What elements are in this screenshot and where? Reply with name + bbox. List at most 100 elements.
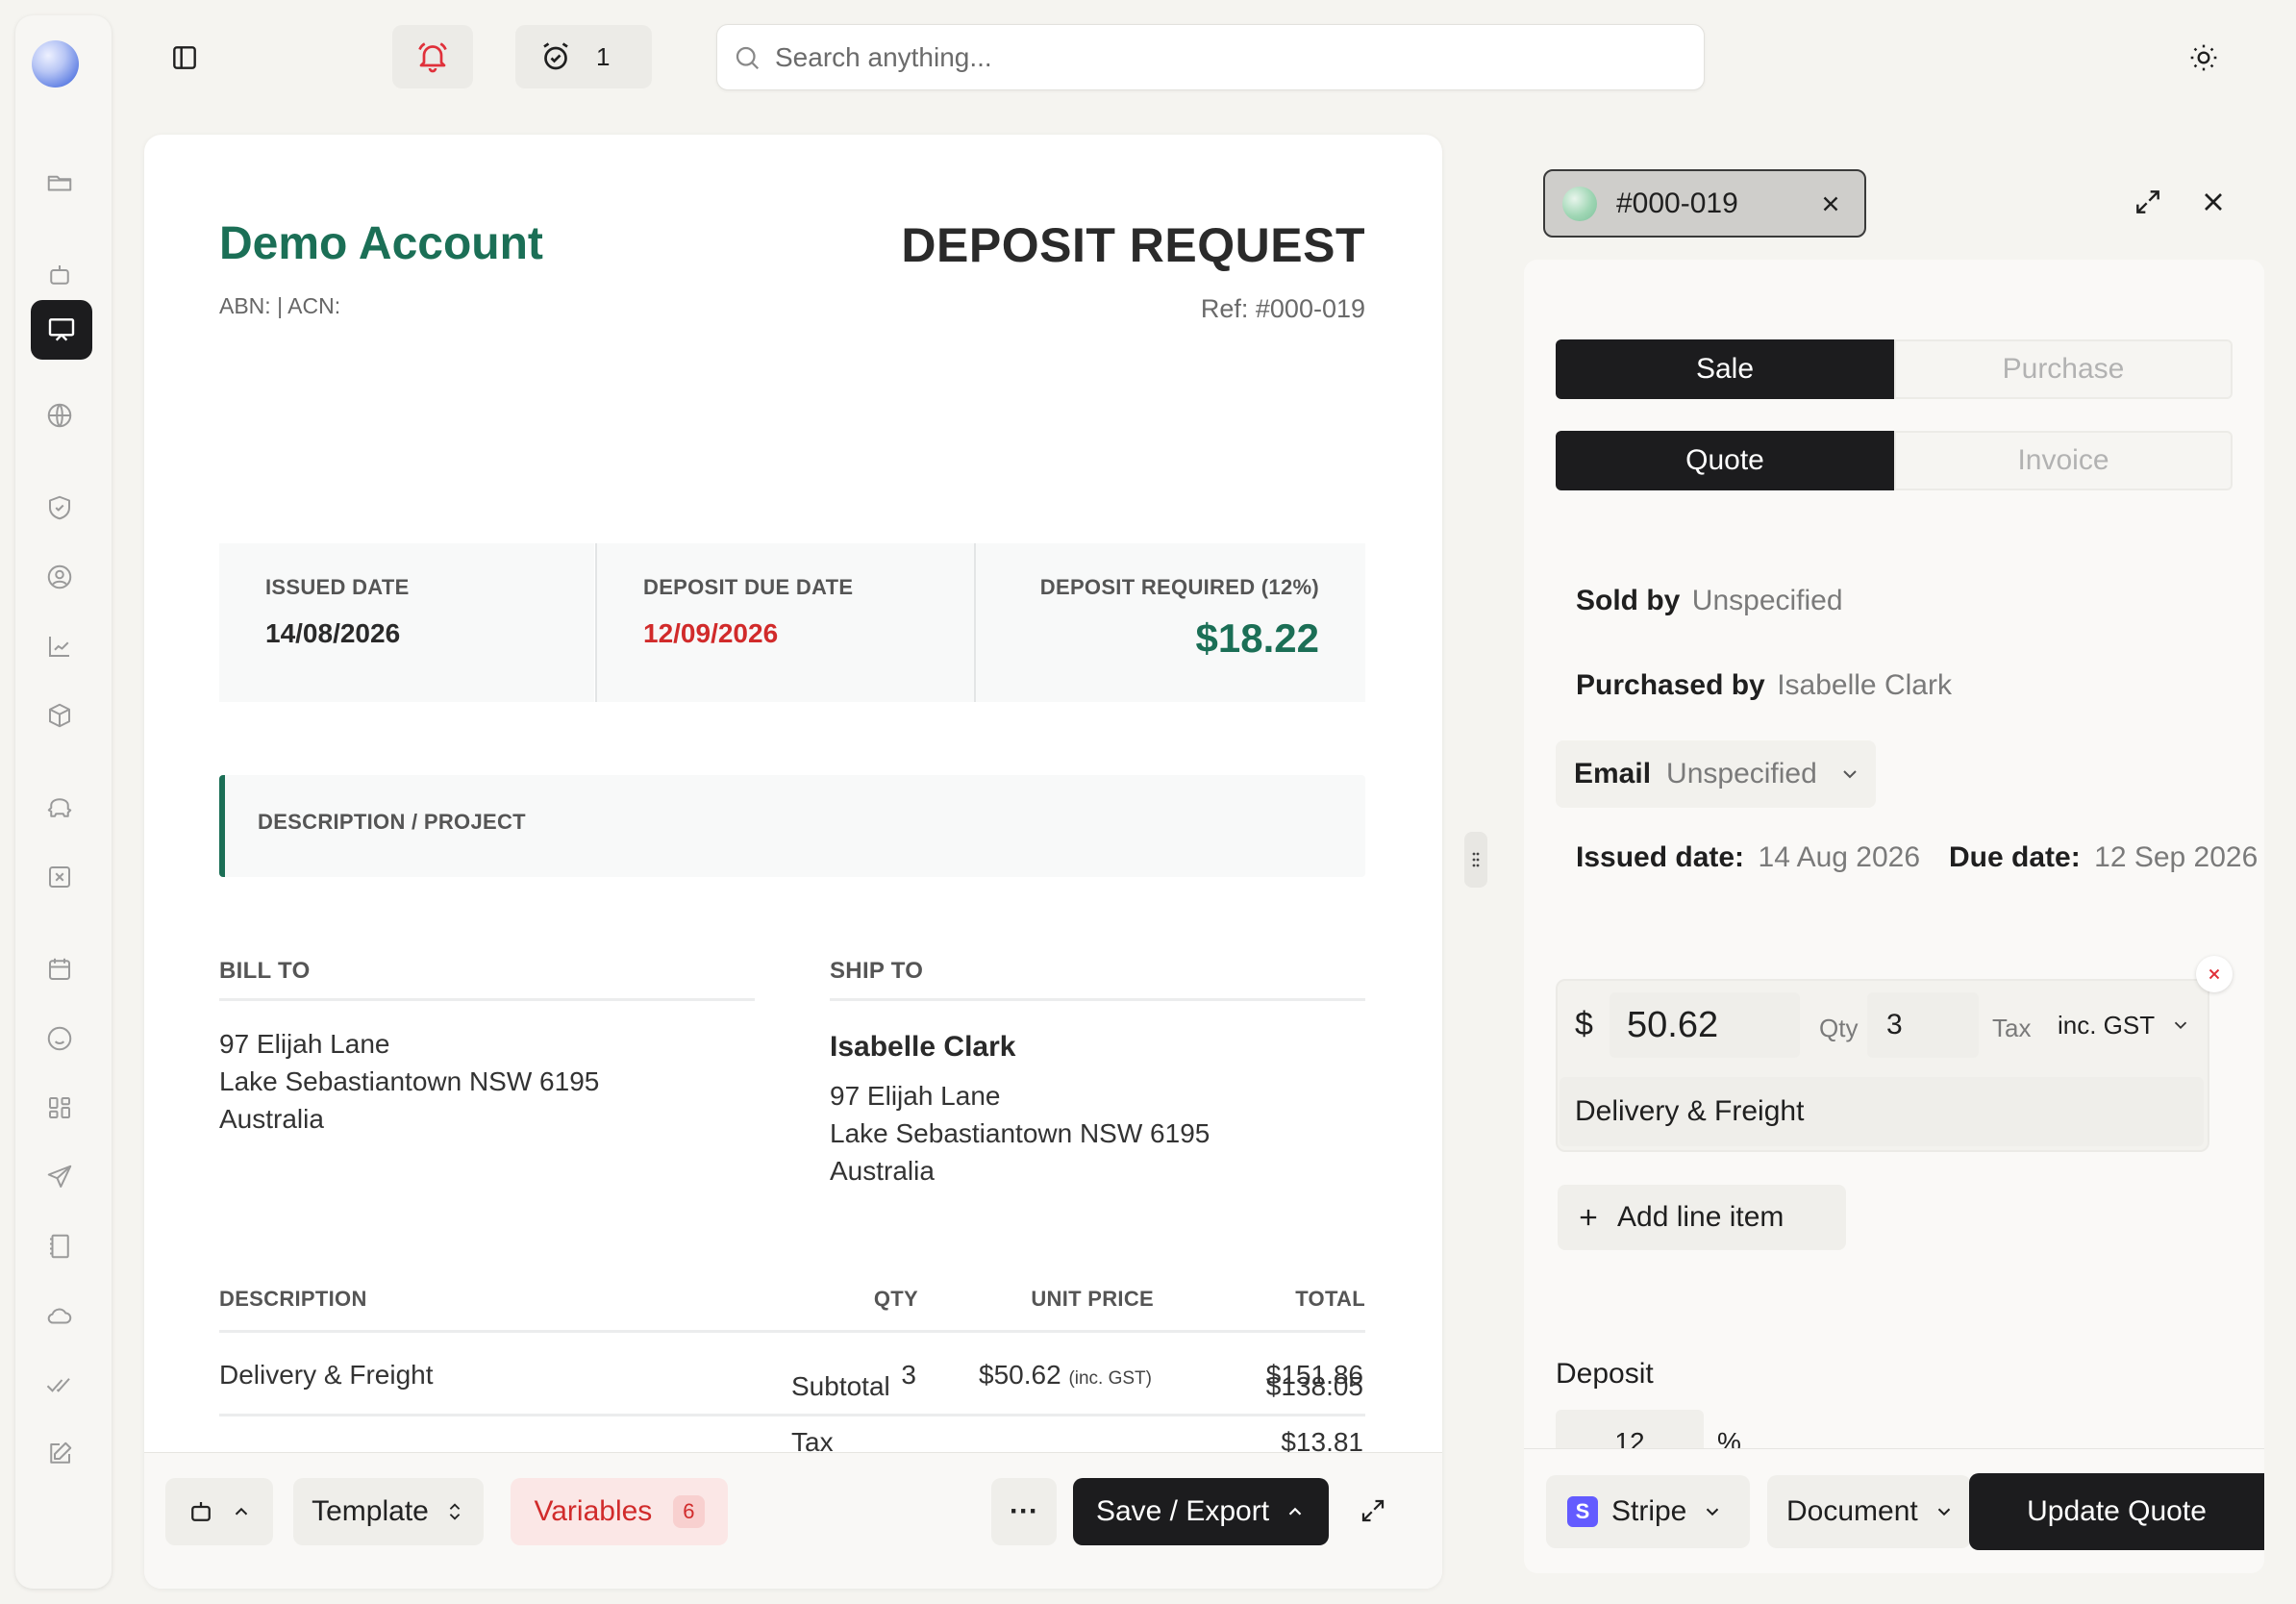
- tax-label: Tax: [1992, 1014, 2032, 1042]
- deposit-due-value: 12/09/2026: [643, 618, 779, 648]
- table-header-total: TOTAL: [1295, 1287, 1365, 1311]
- deposit-value: 12: [1614, 1427, 1645, 1448]
- search-bar[interactable]: [716, 24, 1705, 90]
- due-date-value: 12 Sep 2026: [2094, 841, 2259, 873]
- cloud-icon[interactable]: [42, 1298, 77, 1333]
- document-toolbar: Template Variables 6 ··· Save / Export: [144, 1452, 1442, 1589]
- due-date-field[interactable]: Due date: 12 Sep 2026: [1949, 841, 2258, 874]
- abn-acn: ABN: | ACN:: [219, 293, 341, 318]
- bill-to-line-1: 97 Elijah Lane: [219, 1029, 390, 1059]
- deposit-unit: %: [1717, 1427, 1741, 1448]
- more-options-button[interactable]: ···: [991, 1478, 1057, 1545]
- company-name: Demo Account: [219, 218, 543, 269]
- panel-resize-handle[interactable]: [1464, 832, 1487, 888]
- expand-panel-icon[interactable]: [2133, 187, 2167, 221]
- purchase-toggle[interactable]: Purchase: [1894, 339, 2233, 399]
- close-tab-icon[interactable]: [1818, 191, 1843, 216]
- line-description-input[interactable]: Delivery & Freight: [1560, 1077, 2204, 1146]
- ship-to-name: Isabelle Clark: [830, 1031, 1016, 1063]
- tax-value: inc. GST: [2058, 1010, 2156, 1040]
- reminders-button[interactable]: 1: [515, 25, 652, 88]
- edit-icon[interactable]: [42, 1437, 77, 1471]
- invoice-toggle[interactable]: Invoice: [1894, 431, 2233, 490]
- quote-toggle[interactable]: Quote: [1556, 431, 1894, 490]
- purchased-by-field[interactable]: Purchased by Isabelle Clark: [1576, 669, 1952, 702]
- piggy-bank-icon[interactable]: [42, 790, 77, 825]
- folder-icon[interactable]: [42, 165, 77, 200]
- chevron-down-icon: [1702, 1501, 1723, 1522]
- ship-to-line-2: Lake Sebastiantown NSW 6195: [830, 1118, 1210, 1148]
- theme-toggle-sun-icon[interactable]: [2184, 38, 2223, 77]
- table-row-divider: [219, 1414, 1365, 1416]
- due-date-label: Due date:: [1949, 841, 2081, 873]
- app-logo[interactable]: [32, 40, 79, 88]
- send-icon[interactable]: [42, 1160, 77, 1194]
- deposit-due-box: DEPOSIT DUE DATE 12/09/2026: [597, 543, 974, 702]
- deposit-input[interactable]: 12: [1556, 1410, 1704, 1448]
- document-title: DEPOSIT REQUEST: [901, 218, 1365, 272]
- reminder-count: 1: [596, 41, 611, 71]
- quote-tab[interactable]: #000-019: [1543, 169, 1866, 238]
- chevron-down-icon: [1934, 1501, 1955, 1522]
- template-selector[interactable]: Template: [293, 1478, 484, 1545]
- subtotal-label: Subtotal: [791, 1371, 890, 1401]
- add-line-item-button[interactable]: Add line item: [1558, 1185, 1846, 1250]
- search-input[interactable]: [775, 41, 1640, 73]
- row-unit-price-note: (inc. GST): [1068, 1368, 1152, 1389]
- ai-assistant-button[interactable]: [165, 1478, 273, 1545]
- deposit-required-value: $18.22: [1195, 615, 1319, 661]
- email-label: Email: [1574, 758, 1652, 789]
- bill-to-label: BILL TO: [219, 958, 311, 984]
- globe-icon[interactable]: [42, 398, 77, 433]
- price-input[interactable]: 50.62: [1610, 992, 1800, 1058]
- table-header-qty: QTY: [873, 1287, 918, 1311]
- chart-icon[interactable]: [42, 629, 77, 664]
- bill-to-line-3: Australia: [219, 1104, 324, 1134]
- smile-icon[interactable]: [42, 1021, 77, 1056]
- shield-check-icon[interactable]: [42, 490, 77, 525]
- payment-provider-dropdown[interactable]: S Stripe: [1546, 1475, 1750, 1548]
- book-icon[interactable]: [42, 1229, 77, 1264]
- save-export-button[interactable]: Save / Export: [1073, 1478, 1329, 1545]
- user-circle-icon[interactable]: [42, 560, 77, 594]
- deposit-required-label: DEPOSIT REQUIRED (12%): [1039, 575, 1319, 599]
- sidebar-toggle-icon[interactable]: [165, 38, 204, 77]
- stripe-label: Stripe: [1611, 1495, 1687, 1527]
- deposit-required-box: DEPOSIT REQUIRED (12%) $18.22: [976, 543, 1365, 702]
- sale-toggle[interactable]: Sale: [1556, 339, 1894, 399]
- document-type-dropdown[interactable]: Document: [1767, 1475, 1971, 1548]
- package-icon[interactable]: [42, 698, 77, 733]
- variables-label: Variables: [534, 1495, 653, 1527]
- presentation-icon[interactable]: [31, 300, 92, 360]
- ship-to-divider: [830, 998, 1365, 1001]
- alarm-clock-icon: [538, 39, 573, 74]
- issued-date-field[interactable]: Issued date: 14 Aug 2026: [1576, 841, 1920, 874]
- description-project-label: DESCRIPTION / PROJECT: [258, 810, 526, 834]
- double-check-icon[interactable]: [42, 1367, 77, 1402]
- robot-icon[interactable]: [42, 258, 77, 292]
- close-panel-icon[interactable]: [2198, 187, 2233, 221]
- update-quote-button[interactable]: Update Quote: [1969, 1473, 2264, 1550]
- qty-input[interactable]: 3: [1867, 992, 1979, 1058]
- email-dropdown[interactable]: Email Unspecified: [1556, 740, 1876, 808]
- x-square-icon[interactable]: [42, 860, 77, 894]
- table-header-description: DESCRIPTION: [219, 1287, 367, 1311]
- fullscreen-icon[interactable]: [1354, 1491, 1392, 1530]
- chevron-down-icon: [2170, 1015, 2191, 1036]
- chevron-up-icon: [231, 1501, 252, 1522]
- deposit-label: Deposit: [1556, 1358, 1654, 1390]
- grid-icon[interactable]: [42, 1090, 77, 1125]
- calendar-icon[interactable]: [42, 952, 77, 987]
- row-description: Delivery & Freight: [219, 1360, 434, 1390]
- email-value: Unspecified: [1666, 758, 1817, 789]
- variables-button[interactable]: Variables 6: [511, 1478, 728, 1545]
- tax-dropdown[interactable]: inc. GST: [2050, 992, 2202, 1058]
- sold-by-field[interactable]: Sold by Unspecified: [1576, 585, 1843, 617]
- row-qty: 3: [901, 1360, 916, 1390]
- tab-avatar: [1562, 186, 1597, 221]
- remove-line-item-button[interactable]: [2196, 956, 2233, 992]
- line-item-card: $ 50.62 Qty 3 Tax inc. GST Delivery & Fr…: [1556, 979, 2209, 1152]
- notifications-button[interactable]: [392, 25, 473, 88]
- row-unit-price-value: $50.62: [979, 1360, 1061, 1390]
- row-unit-price: $50.62 (inc. GST): [979, 1360, 1152, 1391]
